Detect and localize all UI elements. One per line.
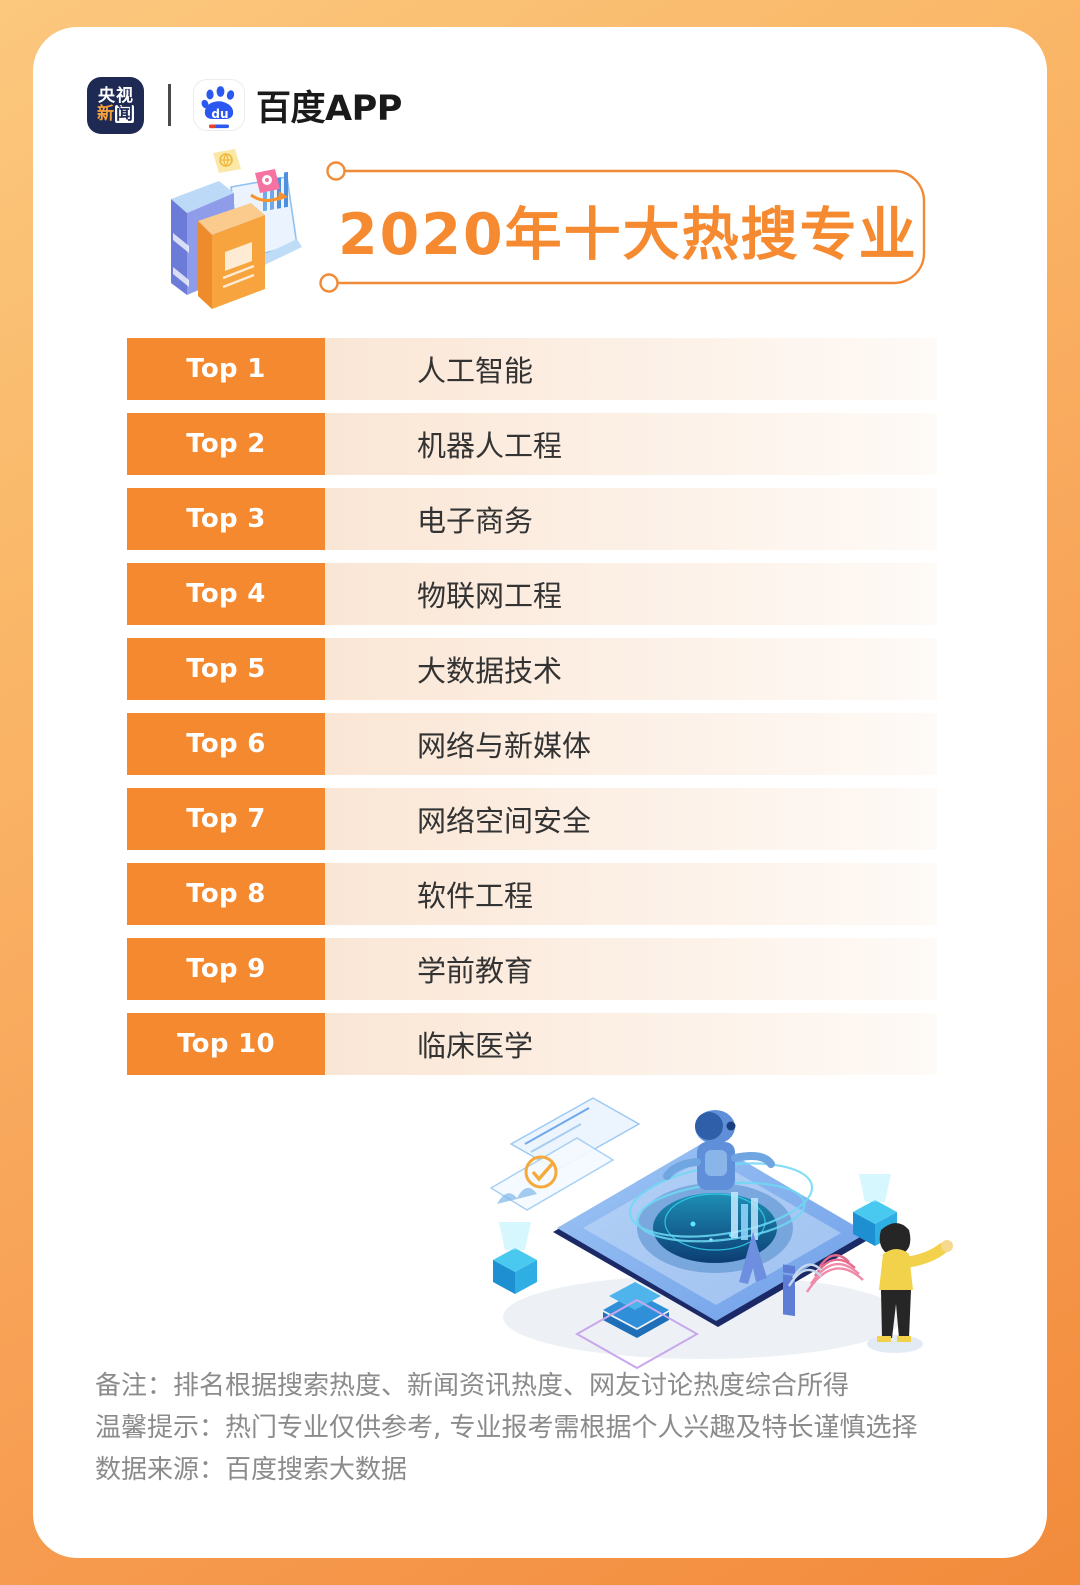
baidu-wordmark: 百度APP xyxy=(256,88,402,129)
cctv-char-yang: 央 xyxy=(98,85,115,106)
rank-badge: Top 6 xyxy=(127,713,325,775)
poster-card: 央 视 新 闻 du 百度APP 2020年十大热搜专业 Top 1 人工智能 … xyxy=(33,27,1047,1558)
page-title: 2020年十大热搜专业 xyxy=(338,202,918,268)
orange-book xyxy=(198,203,265,309)
rank-badge: Top 5 xyxy=(127,638,325,700)
ranking-row: Top 6 网络与新媒体 xyxy=(127,713,937,775)
stacked-books-icon xyxy=(171,149,302,309)
note-line-remark: 备注：排名根据搜索热度、新闻资讯热度、网友讨论热度综合所得 xyxy=(95,1371,850,1401)
major-name: 电子商务 xyxy=(325,488,937,550)
cctv-char-xin: 新 xyxy=(97,104,114,124)
infographic-poster: { "header": { "cctv_logo": { "name": "cc… xyxy=(0,0,1080,1585)
major-name: 软件工程 xyxy=(325,863,937,925)
cctv-logo-line1: 央 视 xyxy=(98,87,133,105)
ranking-row: Top 8 软件工程 xyxy=(127,863,937,925)
note-line-tip: 温馨提示：热门专业仅供参考, 专业报考需根据个人兴趣及特长谨慎选择 xyxy=(95,1413,918,1444)
rank-badge: Top 1 xyxy=(127,338,325,400)
ranking-row: Top 10 临床医学 xyxy=(127,1013,937,1075)
brand-logo-bar: 央 视 新 闻 du 百度APP xyxy=(87,76,402,134)
cctv-logo-line2: 新 闻 xyxy=(97,105,134,123)
rank-badge: Top 3 xyxy=(127,488,325,550)
baidu-paw-icon: du xyxy=(201,86,235,129)
ranking-row: Top 3 电子商务 xyxy=(127,488,937,550)
baidu-paw-mark-icon: du xyxy=(193,79,245,131)
ranking-row: Top 5 大数据技术 xyxy=(127,638,937,700)
bracket-cap-bottom xyxy=(319,273,339,293)
cctv-char-shi: 视 xyxy=(116,85,133,106)
floating-note-card xyxy=(213,149,241,173)
major-name: 机器人工程 xyxy=(325,413,937,475)
baidu-du-text: du xyxy=(211,107,228,121)
ranking-row: Top 1 人工智能 xyxy=(127,338,937,400)
title-section: 2020年十大热搜专业 xyxy=(33,139,1047,319)
data-pool xyxy=(637,1183,793,1273)
rank-badge: Top 7 xyxy=(127,788,325,850)
major-name: 学前教育 xyxy=(325,938,937,1000)
major-name: 人工智能 xyxy=(325,338,937,400)
major-name: 网络空间安全 xyxy=(325,788,937,850)
logo-divider xyxy=(168,84,171,126)
major-name: 物联网工程 xyxy=(325,563,937,625)
rank-badge: Top 4 xyxy=(127,563,325,625)
baidu-app-logo: du 百度APP xyxy=(193,79,402,131)
data-cube-left xyxy=(493,1222,537,1294)
rank-badge: Top 9 xyxy=(127,938,325,1000)
note-line-source: 数据来源：百度搜索大数据 xyxy=(95,1455,408,1486)
major-name: 大数据技术 xyxy=(325,638,937,700)
rank-badge: Top 10 xyxy=(127,1013,325,1075)
cctv-char-wen: 闻 xyxy=(115,104,134,124)
footer-notes: 备注：排名根据搜索热度、新闻资讯热度、网友讨论热度综合所得 温馨提示：热门专业仅… xyxy=(95,1365,995,1491)
ranking-row: Top 4 物联网工程 xyxy=(127,563,937,625)
ranking-list: Top 1 人工智能 Top 2 机器人工程 Top 3 电子商务 Top 4 物联网工程 To… xyxy=(127,338,937,1088)
rank-badge: Top 2 xyxy=(127,413,325,475)
rank-badge: Top 8 xyxy=(127,863,325,925)
ranking-row: Top 7 网络空间安全 xyxy=(127,788,937,850)
major-name: 临床医学 xyxy=(325,1013,937,1075)
cctv-news-logo: 央 视 新 闻 xyxy=(87,76,144,134)
ranking-row: Top 2 机器人工程 xyxy=(127,413,937,475)
ranking-row: Top 9 学前教育 xyxy=(127,938,937,1000)
ai-technology-isometric-illustration xyxy=(489,1097,953,1370)
bracket-cap-top xyxy=(326,161,346,181)
major-name: 网络与新媒体 xyxy=(325,713,937,775)
